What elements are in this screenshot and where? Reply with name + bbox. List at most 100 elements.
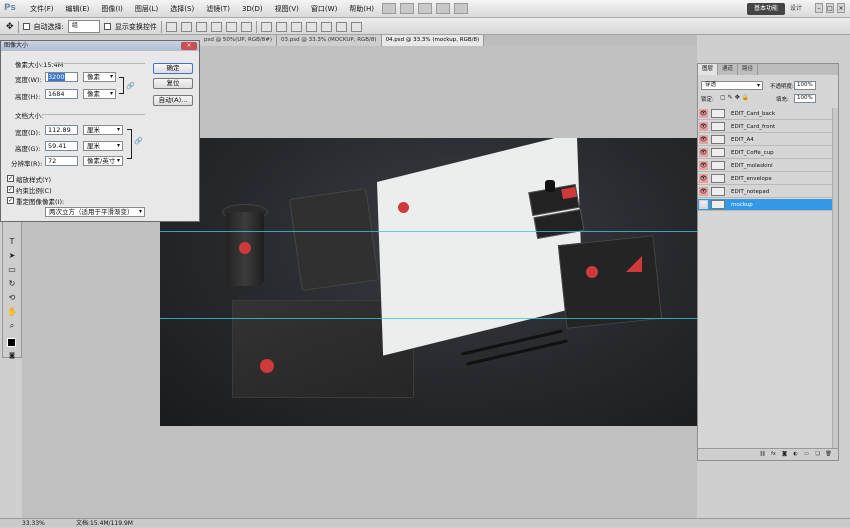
scale-styles-checkbox[interactable] [7, 175, 14, 182]
tab-document-2[interactable]: 03.psd @ 33.3% (MOCKUP, RGB/8) [277, 35, 382, 46]
menu-view[interactable]: 视图(V) [269, 0, 305, 18]
group-icon[interactable]: ▭ [803, 451, 810, 458]
menu-layer[interactable]: 图层(L) [129, 0, 164, 18]
distribute-vcenter-icon[interactable] [275, 21, 287, 32]
close-icon[interactable]: × [181, 42, 197, 50]
align-hcenter-icon[interactable] [225, 21, 237, 32]
pixel-height-unit-select[interactable]: 像素 [83, 89, 116, 99]
screen-mode-icon[interactable] [454, 3, 469, 14]
workspace-essentials-button[interactable]: 基本功能 [747, 3, 785, 15]
align-bottom-icon[interactable] [195, 21, 207, 32]
tab-paths[interactable]: 路径 [738, 64, 759, 75]
minimize-icon[interactable]: – [815, 3, 823, 13]
lock-icons[interactable]: ▢✎✥🔒 [720, 94, 751, 101]
doc-width-input[interactable]: 112.89 [45, 125, 78, 135]
auto-select-dropdown[interactable]: 组 [67, 20, 100, 33]
pixel-width-input[interactable]: 3200 [45, 72, 78, 82]
doc-height-input[interactable]: 59.41 [45, 141, 78, 151]
resolution-unit-select[interactable]: 像素/英寸 [83, 156, 123, 166]
layer-row[interactable]: 👁 EDIT_notepad [698, 186, 832, 198]
align-top-icon[interactable] [165, 21, 177, 32]
layer-row[interactable]: 👁 EDIT_moleskini [698, 160, 832, 172]
zoom-level-icon[interactable] [418, 3, 433, 14]
resample-method-select[interactable]: 两次立方（适用于平滑渐变） [45, 207, 145, 217]
path-select-icon[interactable]: ➤ [6, 251, 18, 261]
minibridge-icon[interactable] [400, 3, 415, 14]
menu-3d[interactable]: 3D(D) [236, 0, 269, 18]
type-tool-icon[interactable]: T [6, 237, 18, 247]
show-transform-checkbox[interactable] [103, 23, 111, 30]
3d-rotate-icon[interactable]: ↻ [6, 279, 18, 289]
reset-button[interactable]: 复位 [153, 78, 193, 89]
layer-row[interactable]: 👁 EDIT_Card_front [698, 121, 832, 133]
3d-orbit-icon[interactable]: ⟲ [6, 293, 18, 303]
layer-row[interactable]: 👁 EDIT_A4 [698, 134, 832, 146]
tab-document-1[interactable]: psd @ 50%(UP, RGB/8#) [200, 35, 278, 46]
hand-tool-icon[interactable]: ✋ [6, 307, 18, 317]
trash-icon[interactable]: 🗑 [825, 451, 832, 458]
shape-tool-icon[interactable]: ▭ [6, 265, 18, 275]
visibility-eye-icon[interactable]: 👁 [699, 161, 708, 170]
distribute-right-icon[interactable] [335, 21, 347, 32]
maximize-icon[interactable]: □ [826, 3, 834, 13]
resolution-input[interactable]: 72 [45, 156, 78, 166]
pixel-width-unit-select[interactable]: 像素 [83, 72, 116, 82]
visibility-eye-icon[interactable]: 👁 [699, 109, 708, 118]
close-icon[interactable]: × [837, 3, 845, 13]
doc-height-unit-select[interactable]: 厘米 [83, 141, 123, 151]
adjustment-icon[interactable]: ◐ [792, 451, 799, 458]
tab-layers[interactable]: 图层 [698, 64, 719, 75]
distribute-hcenter-icon[interactable] [320, 21, 332, 32]
arrange-icon[interactable] [436, 3, 451, 14]
zoom-tool-icon[interactable]: ⌕ [6, 321, 18, 331]
guide-line[interactable] [160, 231, 697, 232]
quick-mask-icon[interactable]: ◙ [6, 353, 18, 359]
visibility-eye-icon[interactable]: 👁 [699, 135, 708, 144]
constrain-proportions-checkbox[interactable] [7, 186, 14, 193]
menu-filter[interactable]: 滤镜(T) [200, 0, 236, 18]
auto-align-icon[interactable] [350, 21, 362, 32]
align-left-icon[interactable] [210, 21, 222, 32]
align-vcenter-icon[interactable] [180, 21, 192, 32]
layer-row[interactable]: 👁 EDIT_envelope [698, 173, 832, 185]
layer-row[interactable]: 👁 mockup [698, 199, 832, 211]
fx-icon[interactable]: fx [770, 451, 777, 458]
distribute-top-icon[interactable] [260, 21, 272, 32]
blend-mode-select[interactable]: 穿透 [701, 81, 763, 90]
mask-icon[interactable]: ◙ [781, 451, 788, 458]
distribute-bottom-icon[interactable] [290, 21, 302, 32]
visibility-eye-icon[interactable]: 👁 [699, 187, 708, 196]
menu-image[interactable]: 图像(I) [95, 0, 129, 18]
menu-window[interactable]: 窗口(W) [305, 0, 343, 18]
link-icon[interactable]: ⛓ [759, 451, 766, 458]
auto-select-checkbox[interactable] [22, 23, 30, 30]
distribute-left-icon[interactable] [305, 21, 317, 32]
auto-button[interactable]: 自动(A)... [153, 95, 193, 106]
resample-checkbox[interactable] [7, 197, 14, 204]
fill-input[interactable]: 100% [794, 94, 816, 103]
move-tool-icon[interactable]: ✥ [6, 22, 14, 32]
align-right-icon[interactable] [240, 21, 252, 32]
visibility-eye-icon[interactable]: 👁 [699, 200, 708, 209]
tab-document-3[interactable]: 04.psd @ 33.3% (mockup, RGB/8) [381, 35, 485, 46]
visibility-eye-icon[interactable]: 👁 [699, 174, 708, 183]
ok-button[interactable]: 确定 [153, 63, 193, 74]
doc-width-unit-select[interactable]: 厘米 [83, 125, 123, 135]
visibility-eye-icon[interactable]: 👁 [699, 148, 708, 157]
menu-select[interactable]: 选择(S) [164, 0, 200, 18]
foreground-color-swatch[interactable] [7, 338, 16, 347]
new-layer-icon[interactable]: ❏ [814, 451, 821, 458]
menu-edit[interactable]: 编辑(E) [60, 0, 96, 18]
bridge-icon[interactable] [382, 3, 397, 14]
menu-file[interactable]: 文件(F) [24, 0, 60, 18]
document-canvas[interactable] [160, 138, 697, 426]
tab-channels[interactable]: 通道 [718, 64, 739, 75]
layer-row[interactable]: 👁 EDIT_Coffe_cup [698, 147, 832, 159]
menu-help[interactable]: 帮助(H) [343, 0, 380, 18]
opacity-input[interactable]: 100% [794, 81, 816, 90]
guide-line[interactable] [160, 318, 697, 319]
layer-row[interactable]: 👁 EDIT_Card_back [698, 108, 832, 120]
workspace-design-button[interactable]: 设计 [790, 3, 802, 15]
visibility-eye-icon[interactable]: 👁 [699, 122, 708, 131]
pixel-height-input[interactable]: 1684 [45, 89, 78, 99]
